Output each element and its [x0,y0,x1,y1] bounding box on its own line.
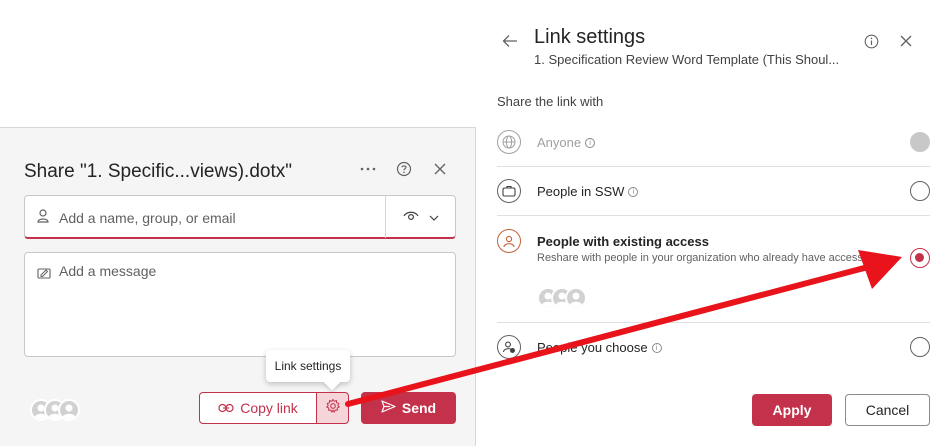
gear-icon [325,398,341,419]
copy-link-label: Copy link [240,400,298,416]
shared-with-avatars[interactable] [30,399,80,421]
ellipsis-icon[interactable] [357,158,379,180]
option-people-you-choose[interactable]: People you choose i [497,333,930,361]
share-with-heading: Share the link with [497,94,604,109]
link-settings-tooltip: Link settings [266,350,350,382]
copy-link-button[interactable]: Copy link [199,392,317,424]
pen-icon [37,266,51,284]
link-settings-title: Link settings [534,26,646,48]
share-dialog-title: Share "1. Specific...views).dotx" [24,161,292,182]
radio-people-in-org[interactable] [910,181,930,201]
option-existing-access[interactable]: People with existing access Reshare with… [497,227,930,311]
send-button[interactable]: Send [361,392,456,424]
option-anyone-label: Anyone i [537,135,596,150]
person-icon [497,229,521,253]
info-icon[interactable]: i [651,342,662,353]
info-icon[interactable] [864,34,879,54]
cancel-button[interactable]: Cancel [845,394,930,426]
eye-icon [402,208,419,226]
globe-icon [497,130,521,154]
recipient-input[interactable] [59,207,379,229]
existing-access-avatars [537,287,587,309]
recipient-field [24,195,456,239]
person-icon [37,209,49,228]
option-existing-access-description: Reshare with people in your organization… [537,252,866,264]
message-input[interactable] [59,263,439,343]
message-field [24,252,456,357]
send-label: Send [401,400,437,416]
link-settings-panel: Link settings 1. Specification Review Wo… [476,0,947,446]
close-icon[interactable] [900,34,912,52]
radio-anyone[interactable] [910,132,930,152]
option-people-in-org[interactable]: People in SSW i [497,177,930,205]
divider [497,322,930,323]
option-people-you-choose-label: People you choose i [537,340,662,355]
share-dialog-actions [357,158,451,180]
link-icon [218,400,234,416]
back-arrow-icon[interactable] [502,34,518,53]
radio-people-you-choose[interactable] [910,337,930,357]
avatar [58,399,80,421]
apply-button[interactable]: Apply [752,394,832,426]
option-people-in-org-label: People in SSW i [537,184,639,199]
close-icon[interactable] [429,158,451,180]
person-settings-icon [497,335,521,359]
question-icon[interactable] [393,158,415,180]
info-icon[interactable]: i [585,137,596,148]
avatar [565,287,587,309]
info-icon[interactable]: i [628,186,639,197]
chevron-down-icon [429,208,439,226]
option-anyone[interactable]: Anyone i [497,128,930,156]
permission-dropdown[interactable] [385,196,455,238]
divider [497,215,930,216]
radio-existing-access[interactable] [910,248,930,268]
file-name: 1. Specification Review Word Template (T… [534,52,840,67]
send-icon [381,400,396,416]
option-existing-access-label: People with existing access [537,234,709,249]
briefcase-icon [497,179,521,203]
link-settings-button[interactable] [316,392,349,424]
share-dialog: Share "1. Specific...views).dotx" Add a … [0,127,476,446]
divider [497,166,930,167]
